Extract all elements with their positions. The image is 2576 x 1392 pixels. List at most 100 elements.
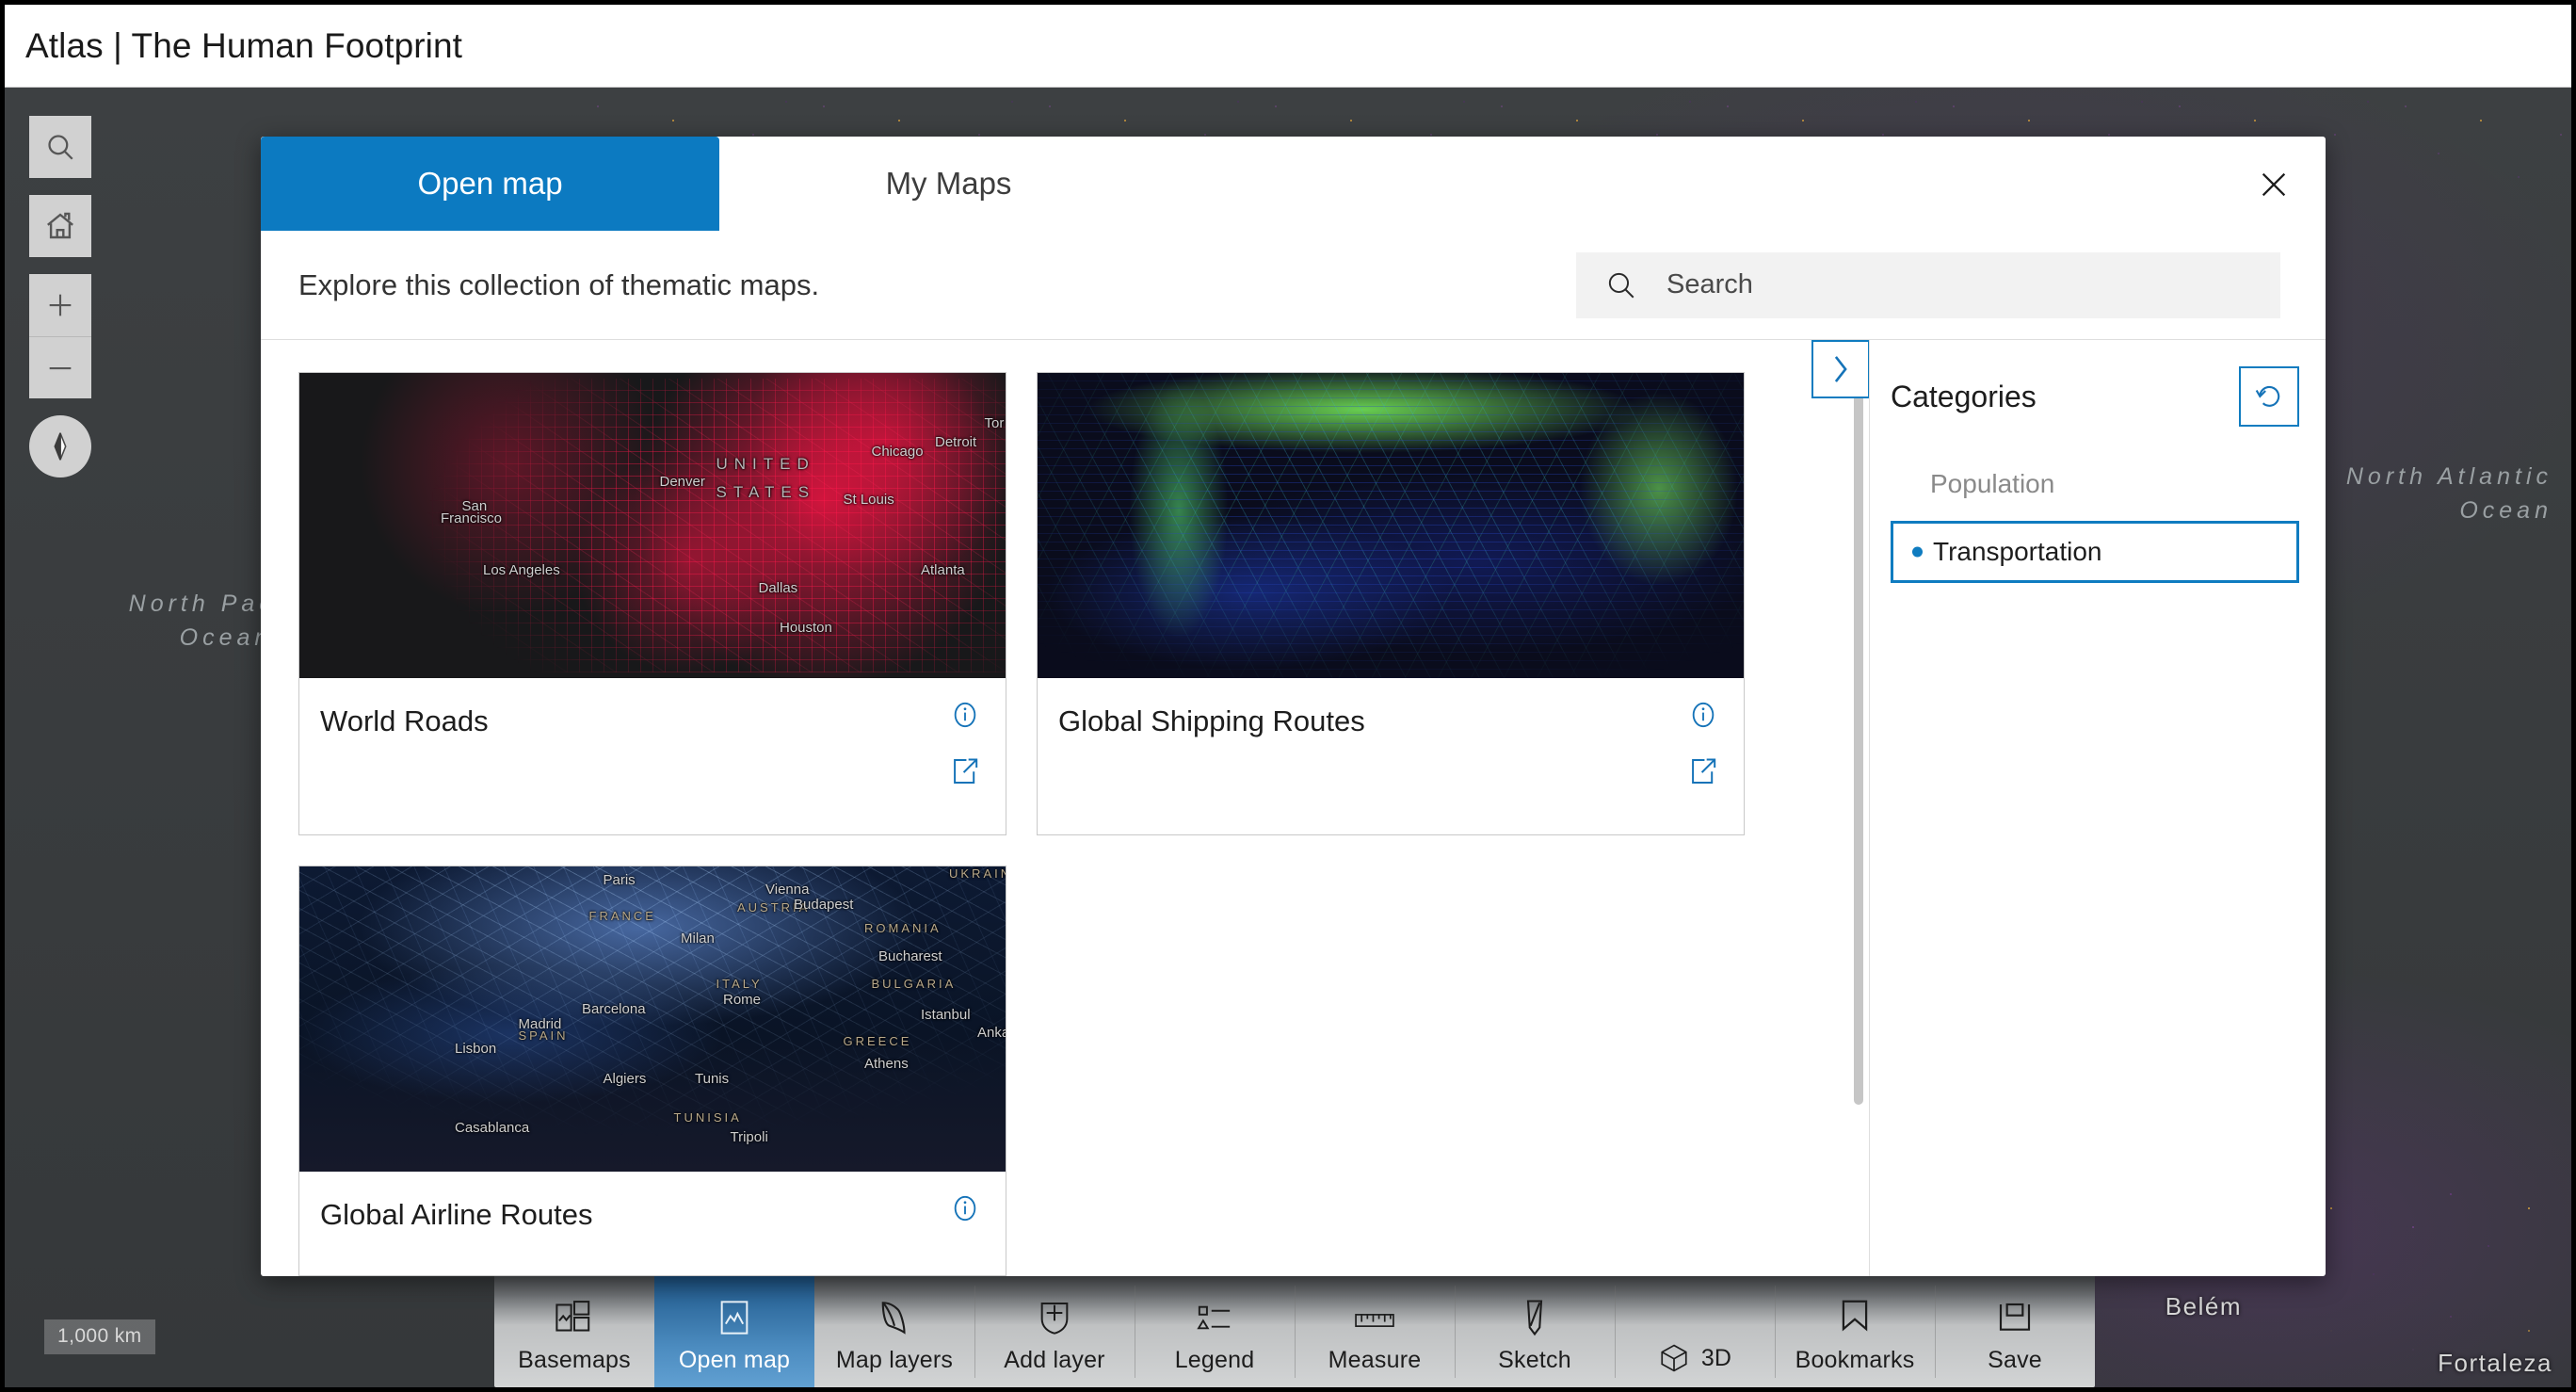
share-icon[interactable] [1687,755,1719,787]
global-shipping-thumbnail-art [1038,373,1744,678]
thumb-label: ITALY [716,977,763,991]
dialog-subheader: Explore this collection of thematic maps… [261,231,2326,339]
toolbar-label: Map layers [836,1347,953,1374]
thumb-label: Houston [780,620,832,636]
basemaps-icon [554,1294,595,1337]
reset-filters-button[interactable] [2239,366,2299,427]
info-circle-icon[interactable] [949,1192,981,1224]
thumb-label: Bucharest [878,948,942,964]
tab-open-map[interactable]: Open map [261,137,719,231]
card-title: Global Airline Routes [320,1192,593,1275]
close-icon [2258,169,2290,201]
map-zoom-in-button[interactable] [29,274,91,336]
thumb-label: Detroit [935,434,976,450]
toolbar-item-measure[interactable]: Measure [1295,1274,1455,1387]
ocean-label-north-atlantic: North Atlantic Ocean [2308,460,2552,528]
thumb-label: BULGARIA [872,977,957,991]
thumb-label: Paris [604,872,636,888]
card-meta: Global Shipping Routes [1038,678,1744,834]
info-circle-icon[interactable] [1687,699,1719,731]
thumb-label: Lisbon [455,1041,496,1057]
thumb-label: Milan [681,931,715,947]
thumb-label: UNITED [716,455,815,474]
thumb-label: STATES [716,483,816,502]
cards-scrollbar[interactable] [1854,351,1863,1265]
categories-panel: Categories Population Transportation [1869,340,2326,1276]
sketch-icon [1518,1294,1552,1337]
search-input[interactable]: Search [1666,269,1753,300]
map-zoom-out-button[interactable] [29,336,91,398]
thumb-label: Tripoli [731,1129,768,1145]
toolbar-label: Save [1988,1347,2042,1374]
plus-icon [44,289,76,321]
map-compass-button[interactable] [29,415,91,477]
map-home-button[interactable] [29,195,91,257]
add-layer-icon [1036,1294,1073,1337]
map-card-global-airline-routes[interactable]: Paris Vienna AUSTRIA Budapest FRANCE UKR… [298,866,1006,1276]
thumb-label: Ankara [977,1025,1006,1041]
open-map-dialog: Open map My Maps Explore this collection… [261,137,2326,1276]
magnifier-icon [44,131,76,163]
card-title: Global Shipping Routes [1058,699,1365,834]
tab-label: Open map [417,166,562,202]
card-thumbnail[interactable]: UNITED STATES Denver San Francisco Los A… [299,373,1006,678]
toolbar-label: Basemaps [518,1347,631,1374]
legend-icon [1195,1294,1234,1337]
map-scale-bar: 1,000 km [44,1319,155,1354]
toolbar-label: 3D [1701,1345,1731,1372]
category-item-population[interactable]: Population [1891,455,2299,513]
thumb-label: Tunis [695,1071,729,1087]
toolbar-label: Bookmarks [1795,1347,1915,1374]
toolbar-label: Sketch [1498,1347,1571,1374]
thumb-label: Denver [660,474,705,490]
reset-icon [2253,380,2285,413]
category-label: Transportation [1933,537,2102,567]
toolbar-label: Open map [679,1347,790,1374]
card-thumbnail[interactable]: Paris Vienna AUSTRIA Budapest FRANCE UKR… [299,866,1006,1172]
category-label: Population [1930,469,2054,499]
toolbar-item-3d[interactable]: 3D [1615,1274,1775,1387]
close-dialog-button[interactable] [2246,157,2301,212]
share-icon[interactable] [949,755,981,787]
card-thumbnail[interactable] [1038,373,1744,678]
toolbar-item-map-layers[interactable]: Map layers [814,1274,974,1387]
thumb-label: SPAIN [519,1028,569,1043]
minus-icon [44,352,76,384]
toolbar-label: Add layer [1004,1347,1104,1374]
dialog-tab-bar: Open map My Maps [261,137,2326,231]
tab-my-maps[interactable]: My Maps [719,137,1178,231]
thumb-label: Tor [985,415,1005,431]
toolbar-item-save[interactable]: Save [1935,1274,2095,1387]
bottom-toolbar: Basemaps Open map Map [494,1274,2095,1387]
map-zoom-controls [29,274,91,398]
category-item-transportation[interactable]: Transportation [1891,521,2299,583]
thumb-label: UKRAINE [949,866,1006,881]
dialog-subtitle: Explore this collection of thematic maps… [298,268,1538,302]
toolbar-item-add-layer[interactable]: Add layer [974,1274,1135,1387]
info-circle-icon[interactable] [949,699,981,731]
thumb-label: Barcelona [582,1001,646,1017]
toolbar-item-open-map[interactable]: Open map [654,1274,814,1387]
cards-scrollbar-thumb[interactable] [1854,351,1863,1105]
thumb-label: Chicago [872,444,924,460]
compass-icon [42,429,78,464]
card-meta: World Roads [299,678,1006,834]
map-card-world-roads[interactable]: UNITED STATES Denver San Francisco Los A… [298,372,1006,835]
card-actions [949,699,981,834]
chevron-right-icon [1828,354,1853,384]
toolbar-item-basemaps[interactable]: Basemaps [494,1274,654,1387]
map-card-global-shipping-routes[interactable]: Global Shipping Routes [1037,372,1745,835]
toolbar-item-bookmarks[interactable]: Bookmarks [1775,1274,1935,1387]
thumb-label: Budapest [794,897,853,913]
map-search-button[interactable] [29,116,91,178]
thumb-label: Vienna [765,882,809,898]
search-icon [1604,268,1638,302]
thumb-label: Casablanca [455,1120,529,1136]
search-field[interactable]: Search [1576,252,2280,318]
thumb-label: ROMANIA [864,921,942,935]
tab-label: My Maps [886,166,1012,202]
next-page-button[interactable] [1811,340,1869,398]
toolbar-item-sketch[interactable]: Sketch [1455,1274,1615,1387]
toolbar-item-legend[interactable]: Legend [1135,1274,1295,1387]
city-label-belem: Belém [2165,1292,2242,1321]
